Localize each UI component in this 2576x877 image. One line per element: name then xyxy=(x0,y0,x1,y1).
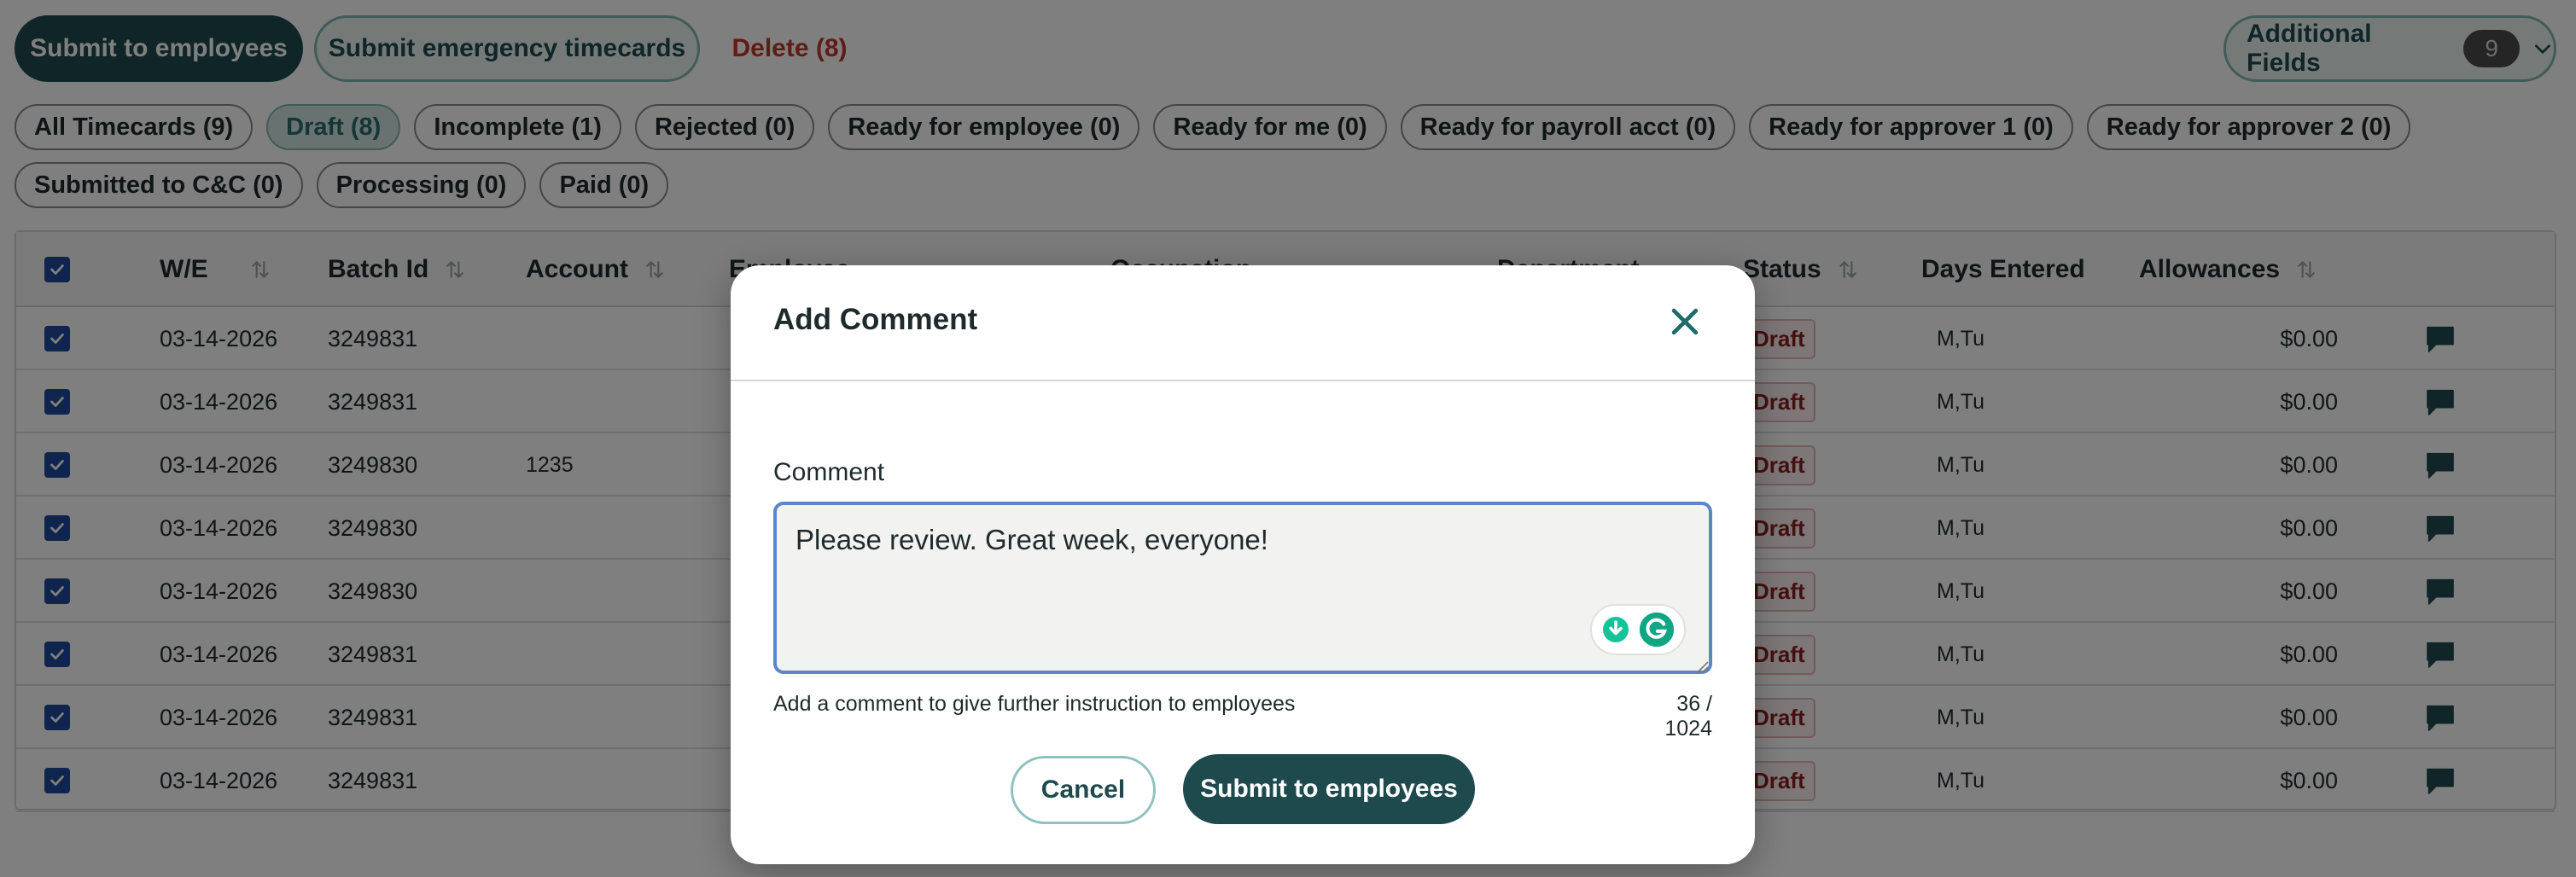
modal-submit-button[interactable]: Submit to employees xyxy=(1183,754,1475,824)
resize-grip-icon[interactable] xyxy=(1695,659,1709,673)
modal-divider xyxy=(731,380,1755,381)
comment-field-label: Comment xyxy=(773,458,885,486)
grammarly-icon xyxy=(1639,612,1675,648)
comment-textarea[interactable] xyxy=(773,502,1712,674)
cancel-label: Cancel xyxy=(1040,775,1126,804)
cancel-button[interactable]: Cancel xyxy=(1011,756,1156,824)
lightbulb-icon xyxy=(1603,617,1629,642)
add-comment-modal: Add Comment Comment Add a comment to giv… xyxy=(731,265,1755,864)
modal-submit-label: Submit to employees xyxy=(1200,775,1458,803)
grammarly-widget[interactable] xyxy=(1590,604,1686,655)
character-counter: 36 / 1024 xyxy=(1664,692,1712,741)
timecards-page: Submit to employees Submit emergency tim… xyxy=(0,0,2576,877)
modal-title: Add Comment xyxy=(773,303,978,336)
comment-helper-text: Add a comment to give further instructio… xyxy=(773,692,1296,716)
close-icon[interactable] xyxy=(1666,303,1704,340)
